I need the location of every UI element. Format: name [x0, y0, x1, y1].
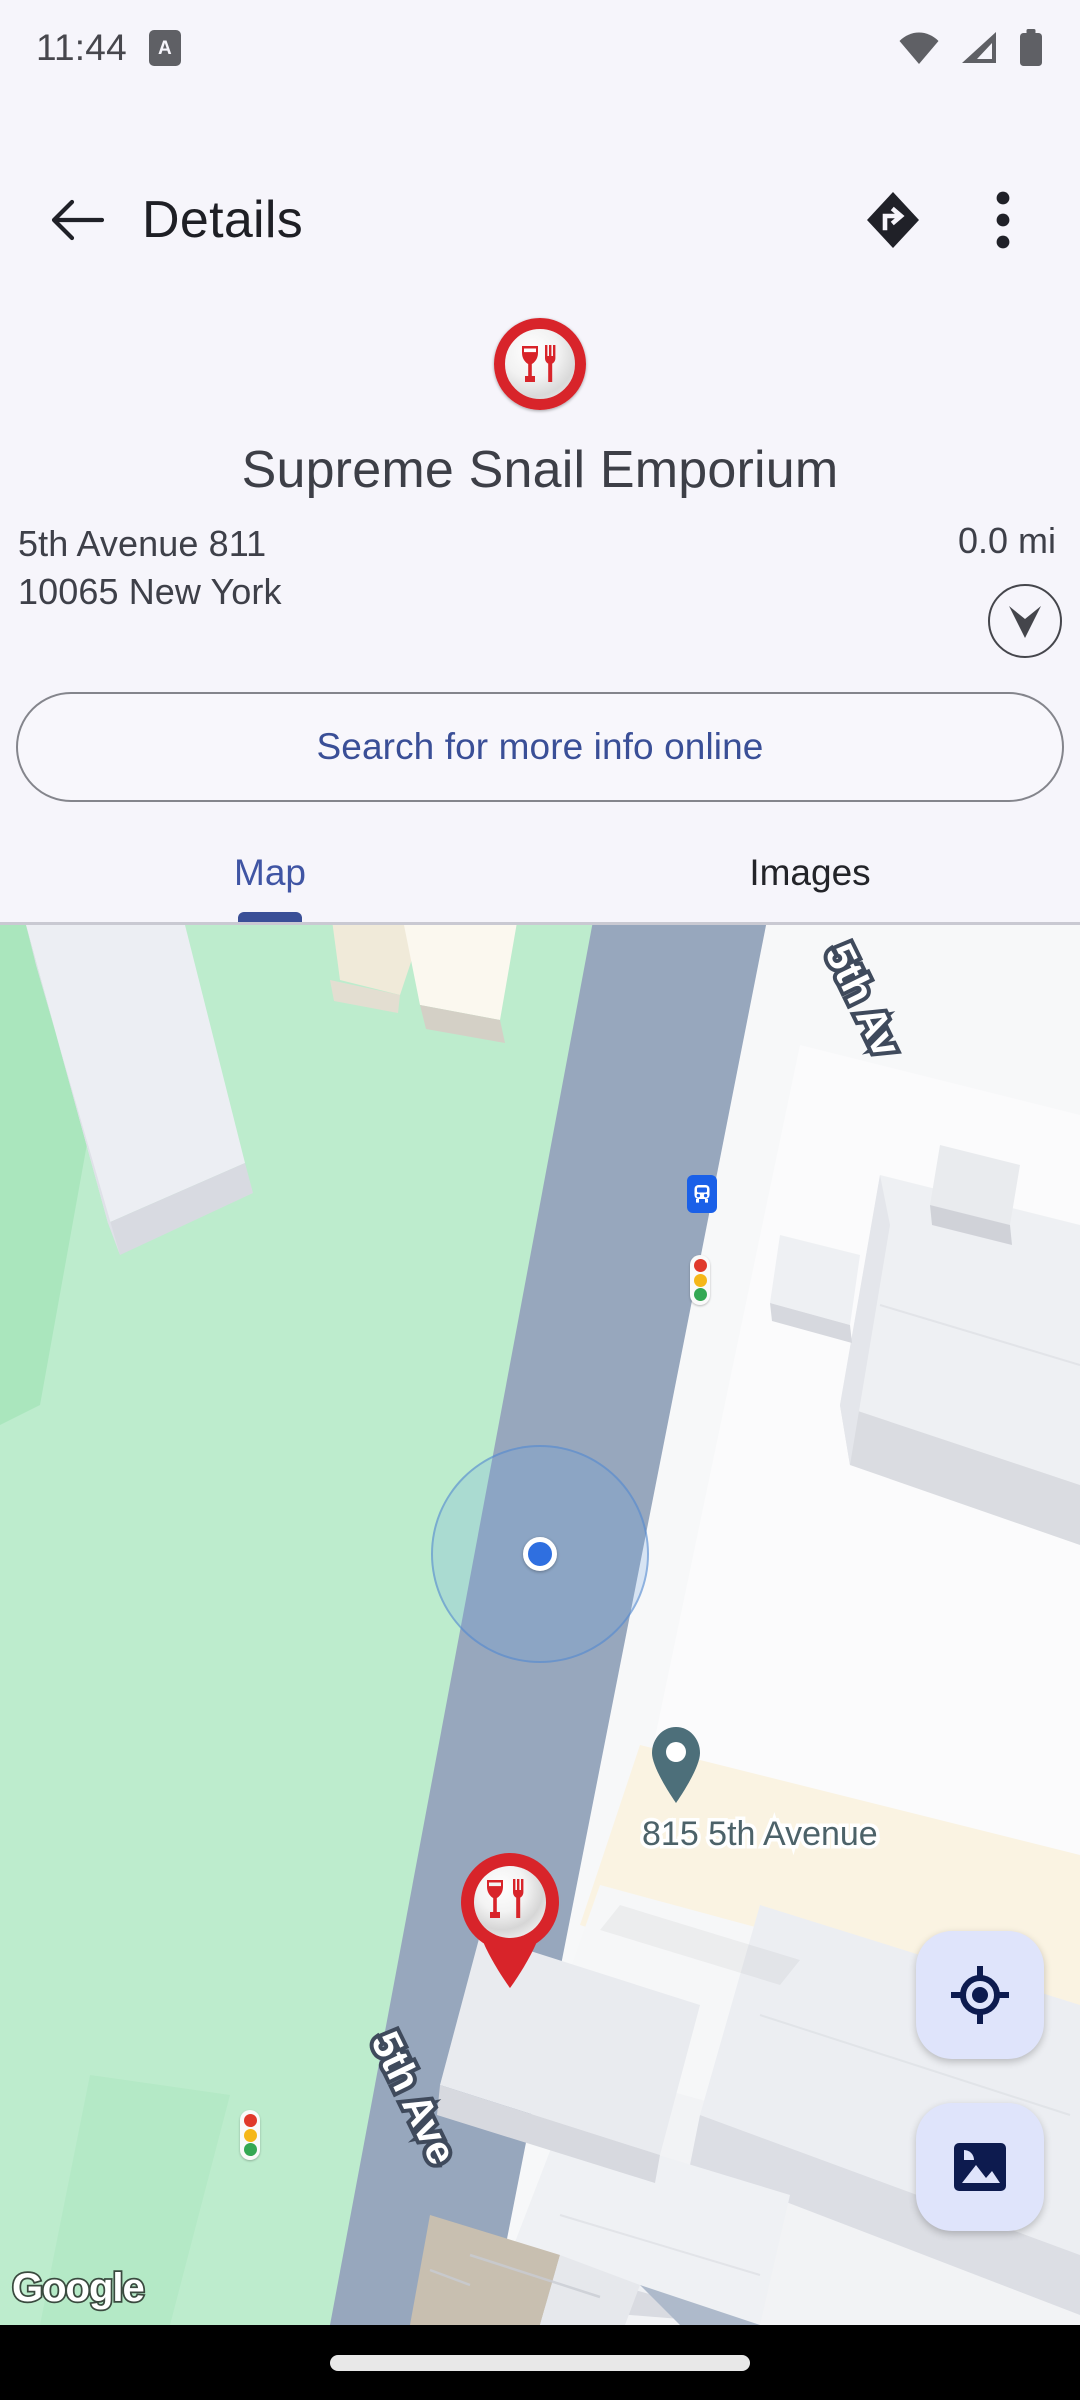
compass-arrow-icon — [1009, 606, 1041, 638]
notification-badge-icon: A — [148, 30, 181, 66]
traffic-light-icon-upper — [690, 1255, 710, 1305]
status-icons — [898, 29, 1044, 67]
google-attribution: Google — [10, 2264, 146, 2312]
address-row: 5th Avenue 811 10065 New York 0.0 mi — [0, 520, 1080, 658]
traffic-light-yellow — [243, 2128, 257, 2142]
tab-map-label: Map — [234, 852, 306, 893]
map-view[interactable]: 5th Av 5th Ave 815 5th Avenue Google — [0, 925, 1080, 2325]
map-layers-button[interactable] — [916, 2103, 1044, 2231]
crosshair-icon — [951, 1966, 1009, 2024]
place-name: Supreme Snail Emporium — [241, 441, 839, 499]
directions-button[interactable] — [850, 177, 936, 263]
system-navigation-bar — [0, 2325, 1080, 2400]
image-layer-icon — [954, 2143, 1006, 2191]
traffic-light-yellow — [693, 1273, 707, 1287]
tab-map[interactable]: Map — [0, 822, 540, 924]
app-bar: Details — [0, 150, 1080, 290]
more-options-icon — [996, 191, 1010, 249]
back-button[interactable] — [34, 177, 120, 263]
traffic-light-icon-lower — [240, 2110, 260, 2160]
status-bar: 11:44 A — [0, 0, 1080, 96]
user-location-dot — [523, 1537, 557, 1571]
address-line-2: 10065 New York — [18, 570, 282, 612]
directions-icon — [867, 192, 919, 248]
cellular-signal-icon — [962, 32, 996, 63]
status-time: 11:44 — [36, 27, 127, 68]
bus-glyph-icon — [694, 1185, 710, 1203]
battery-icon — [1020, 29, 1042, 66]
my-location-button[interactable] — [916, 1931, 1044, 2059]
page-title: Details — [142, 191, 304, 249]
traffic-light-green — [243, 2142, 257, 2156]
back-arrow-icon — [51, 199, 104, 241]
tab-images[interactable]: Images — [540, 822, 1080, 924]
restaurant-icon — [494, 318, 586, 410]
restaurant-pin-icon[interactable] — [456, 1850, 564, 1990]
search-online-label: Search for more info online — [316, 726, 764, 767]
distance-value: 0.0 mi — [957, 520, 1056, 561]
more-options-button[interactable] — [960, 177, 1046, 263]
address-block: 5th Avenue 811 10065 New York — [18, 520, 282, 616]
address-line-1: 5th Avenue 811 — [18, 523, 267, 564]
tab-bar: Map Images — [0, 822, 1080, 924]
address-pin-icon[interactable] — [646, 1725, 706, 1805]
transit-stop-icon[interactable] — [687, 1175, 717, 1213]
traffic-light-green — [693, 1287, 707, 1301]
search-online-button[interactable]: Search for more info online — [16, 692, 1064, 802]
compass-direction-indicator[interactable] — [988, 584, 1062, 658]
distance-block: 0.0 mi — [958, 520, 1062, 658]
restaurant-glyph-icon — [522, 345, 556, 382]
wifi-icon — [899, 32, 939, 64]
place-category-icon-wrap — [0, 318, 1080, 410]
tab-images-label: Images — [749, 852, 871, 893]
traffic-light-red — [243, 2114, 257, 2128]
app-screen: 11:44 A Details Supreme Snail Emporium 5… — [0, 0, 1080, 2400]
app-bar-actions — [850, 177, 1046, 263]
traffic-light-red — [693, 1259, 707, 1273]
map-controls — [916, 1931, 1044, 2231]
address-pin-label: 815 5th Avenue — [639, 1812, 882, 1857]
home-gesture-pill[interactable] — [330, 2354, 750, 2371]
